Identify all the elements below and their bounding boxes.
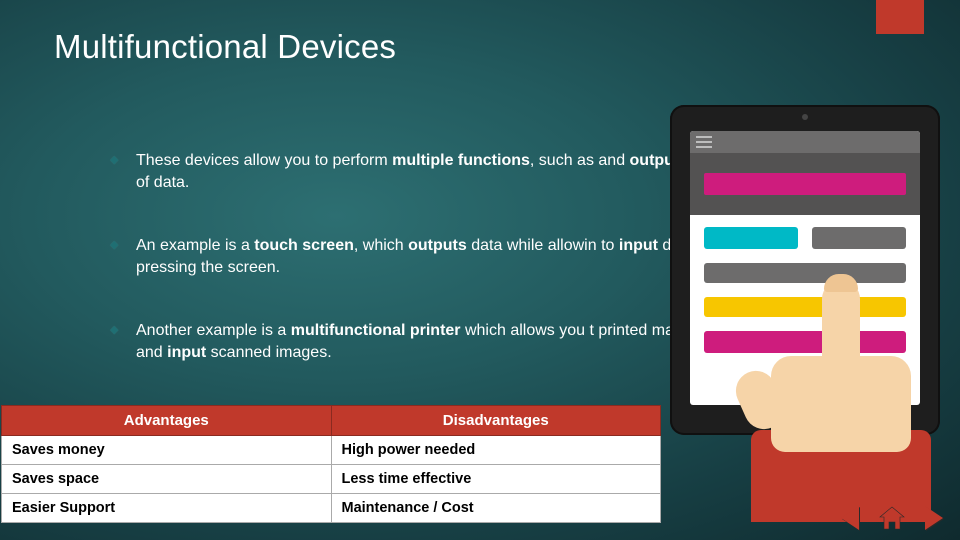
bullet-text: Another example is a [136,322,291,339]
screen-row [690,215,920,249]
bullet-bold: input [167,344,206,361]
table-cell: Saves money [2,436,332,465]
home-button[interactable] [876,504,908,532]
prev-slide-button[interactable] [834,504,866,532]
bullet-bold: touch screen [254,237,354,254]
bullet-item: These devices allow you to perform multi… [110,150,720,193]
bullet-item: Another example is a multifunctional pri… [110,320,720,363]
bullet-text: data while allowin to [467,237,619,254]
arrow-right-icon [925,506,943,530]
bullet-text: These devices allow you to perform [136,152,392,169]
bullet-bold: input [619,237,658,254]
table-row: Advantages Disadvantages [2,406,661,436]
bullet-text: , which [354,237,408,254]
tablet-illustration [662,105,950,440]
nav-icons [834,504,950,532]
bullet-bold: multifunctional printer [291,322,461,339]
bullet-bold: outputs [408,237,467,254]
bullet-text: of data. [136,174,189,191]
screen-bar [704,263,906,283]
arrow-left-icon [841,506,859,530]
table-cell: Less time effective [331,465,661,494]
table-cell: Maintenance / Cost [331,494,661,523]
screen-hero [690,153,920,215]
table-cell: Saves space [2,465,332,494]
bullet-text: and [598,152,629,169]
screen-menu-icon [690,131,920,153]
hand-illustration [726,307,956,522]
slide: Multifunctional Devices These devices al… [0,0,960,540]
bullet-bold: multiple functions [392,152,530,169]
bullet-list: These devices allow you to perform multi… [110,150,720,406]
table-row: Saves money High power needed [2,436,661,465]
table-cell: High power needed [331,436,661,465]
table-row: Easier Support Maintenance / Cost [2,494,661,523]
table-header-disadvantages: Disadvantages [331,406,661,436]
tablet-camera-icon [802,114,808,120]
bullet-text: which allows you t [461,322,599,339]
next-slide-button[interactable] [918,504,950,532]
bullet-item: An example is a touch screen, which outp… [110,235,720,278]
bullet-text: scanned images. [206,344,331,361]
accent-bar [876,0,924,34]
table-row: Saves space Less time effective [2,465,661,494]
home-icon [877,505,907,531]
bullet-text: An example is a [136,237,254,254]
table-cell: Easier Support [2,494,332,523]
advantages-table: Advantages Disadvantages Saves money Hig… [1,405,661,523]
table-header-advantages: Advantages [2,406,332,436]
bullet-text: , such as [530,152,598,169]
slide-title: Multifunctional Devices [54,28,396,66]
